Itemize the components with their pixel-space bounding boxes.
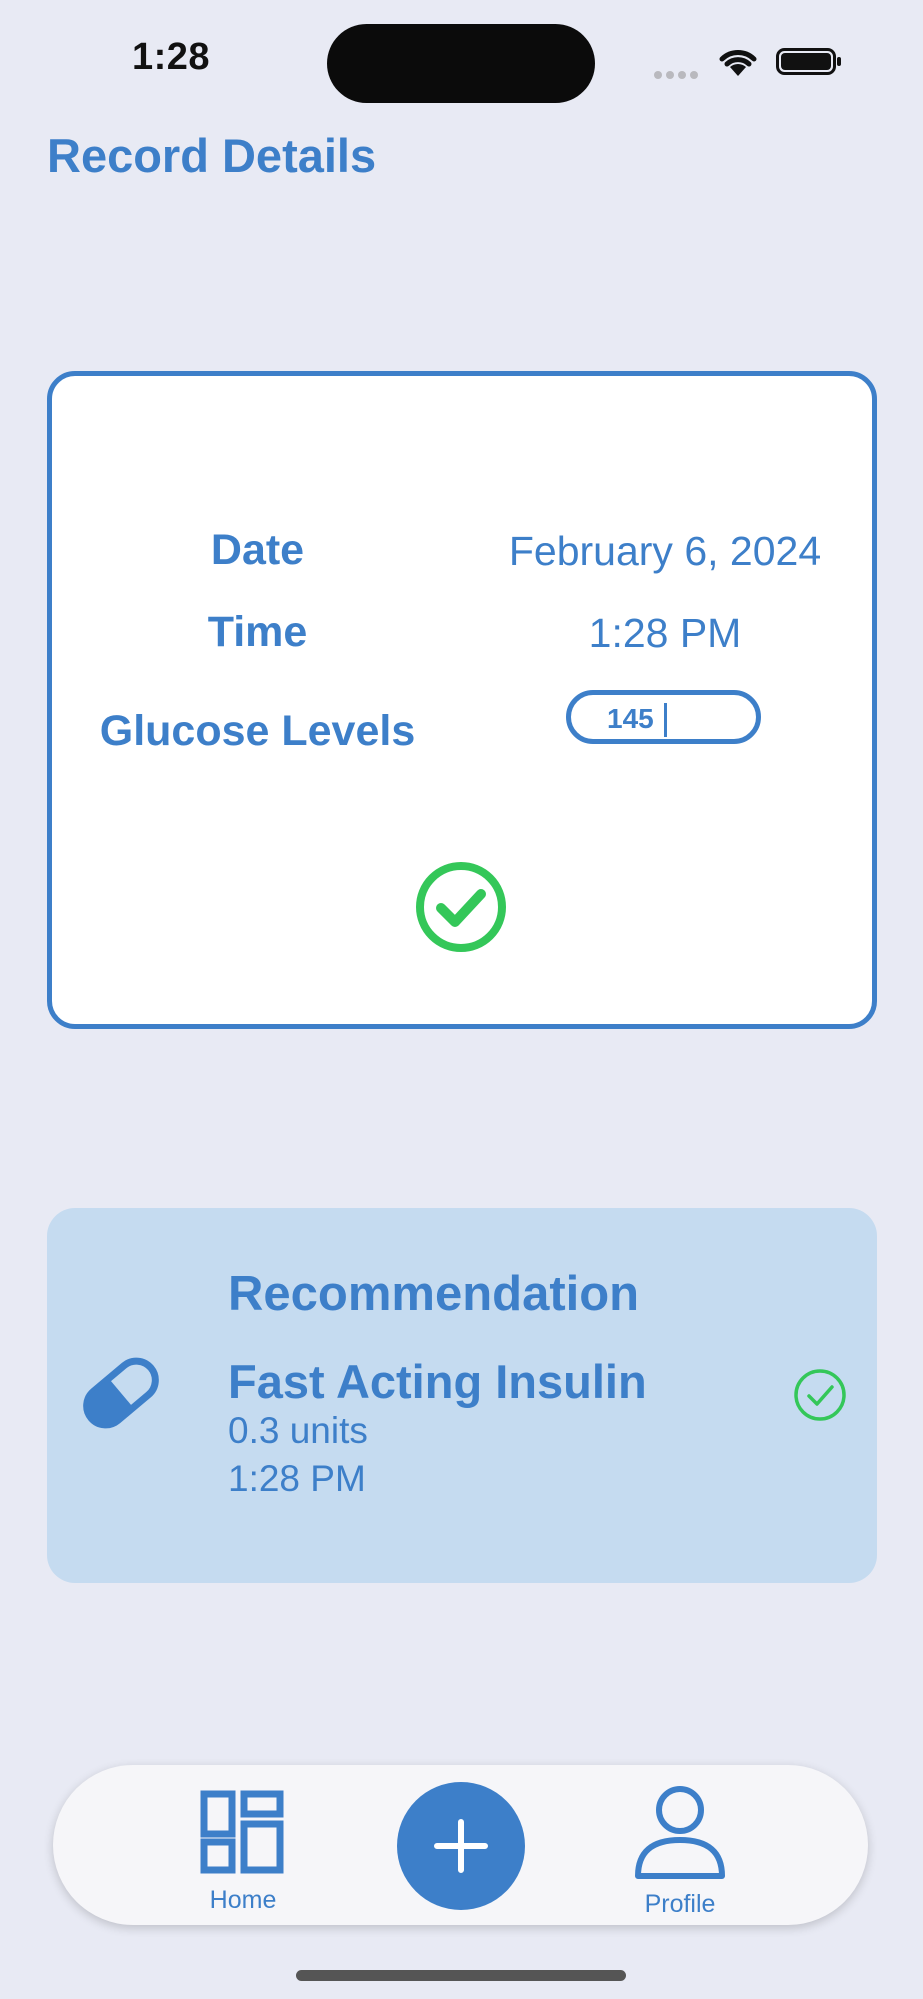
dashboard-grid-icon[interactable] — [200, 1790, 284, 1874]
glucose-input-value: 145 — [607, 703, 654, 734]
medication-dose: 0.3 units — [228, 1410, 368, 1451]
dynamic-island — [327, 24, 595, 103]
profile-icon[interactable] — [630, 1782, 730, 1882]
home-indicator[interactable] — [296, 1970, 626, 1981]
pill-icon — [83, 1357, 159, 1429]
plus-icon — [434, 1819, 488, 1873]
add-record-button[interactable] — [397, 1782, 525, 1910]
tab-profile-label[interactable]: Profile — [620, 1890, 740, 1919]
time-value[interactable]: 1:28 PM — [540, 610, 790, 657]
tab-home-label[interactable]: Home — [180, 1886, 306, 1915]
wifi-icon — [719, 50, 757, 76]
date-label: Date — [210, 526, 305, 574]
medication-name: Fast Acting Insulin — [228, 1355, 647, 1408]
status-time: 1:28 — [132, 36, 211, 78]
glucose-input[interactable]: 145 — [566, 690, 761, 744]
medication-time: 1:28 PM — [228, 1458, 366, 1499]
recommendation-check-icon[interactable] — [793, 1368, 847, 1422]
cellular-signal-icon — [654, 66, 702, 79]
time-label: Time — [207, 608, 308, 656]
recommendation-title: Recommendation — [228, 1267, 640, 1321]
date-value[interactable]: February 6, 2024 — [490, 528, 840, 575]
glucose-label: Glucose Levels — [99, 707, 416, 755]
page-title: Record Details — [47, 129, 377, 182]
text-caret — [664, 703, 667, 737]
confirm-checkmark-icon[interactable] — [414, 860, 508, 954]
battery-icon — [776, 48, 841, 75]
